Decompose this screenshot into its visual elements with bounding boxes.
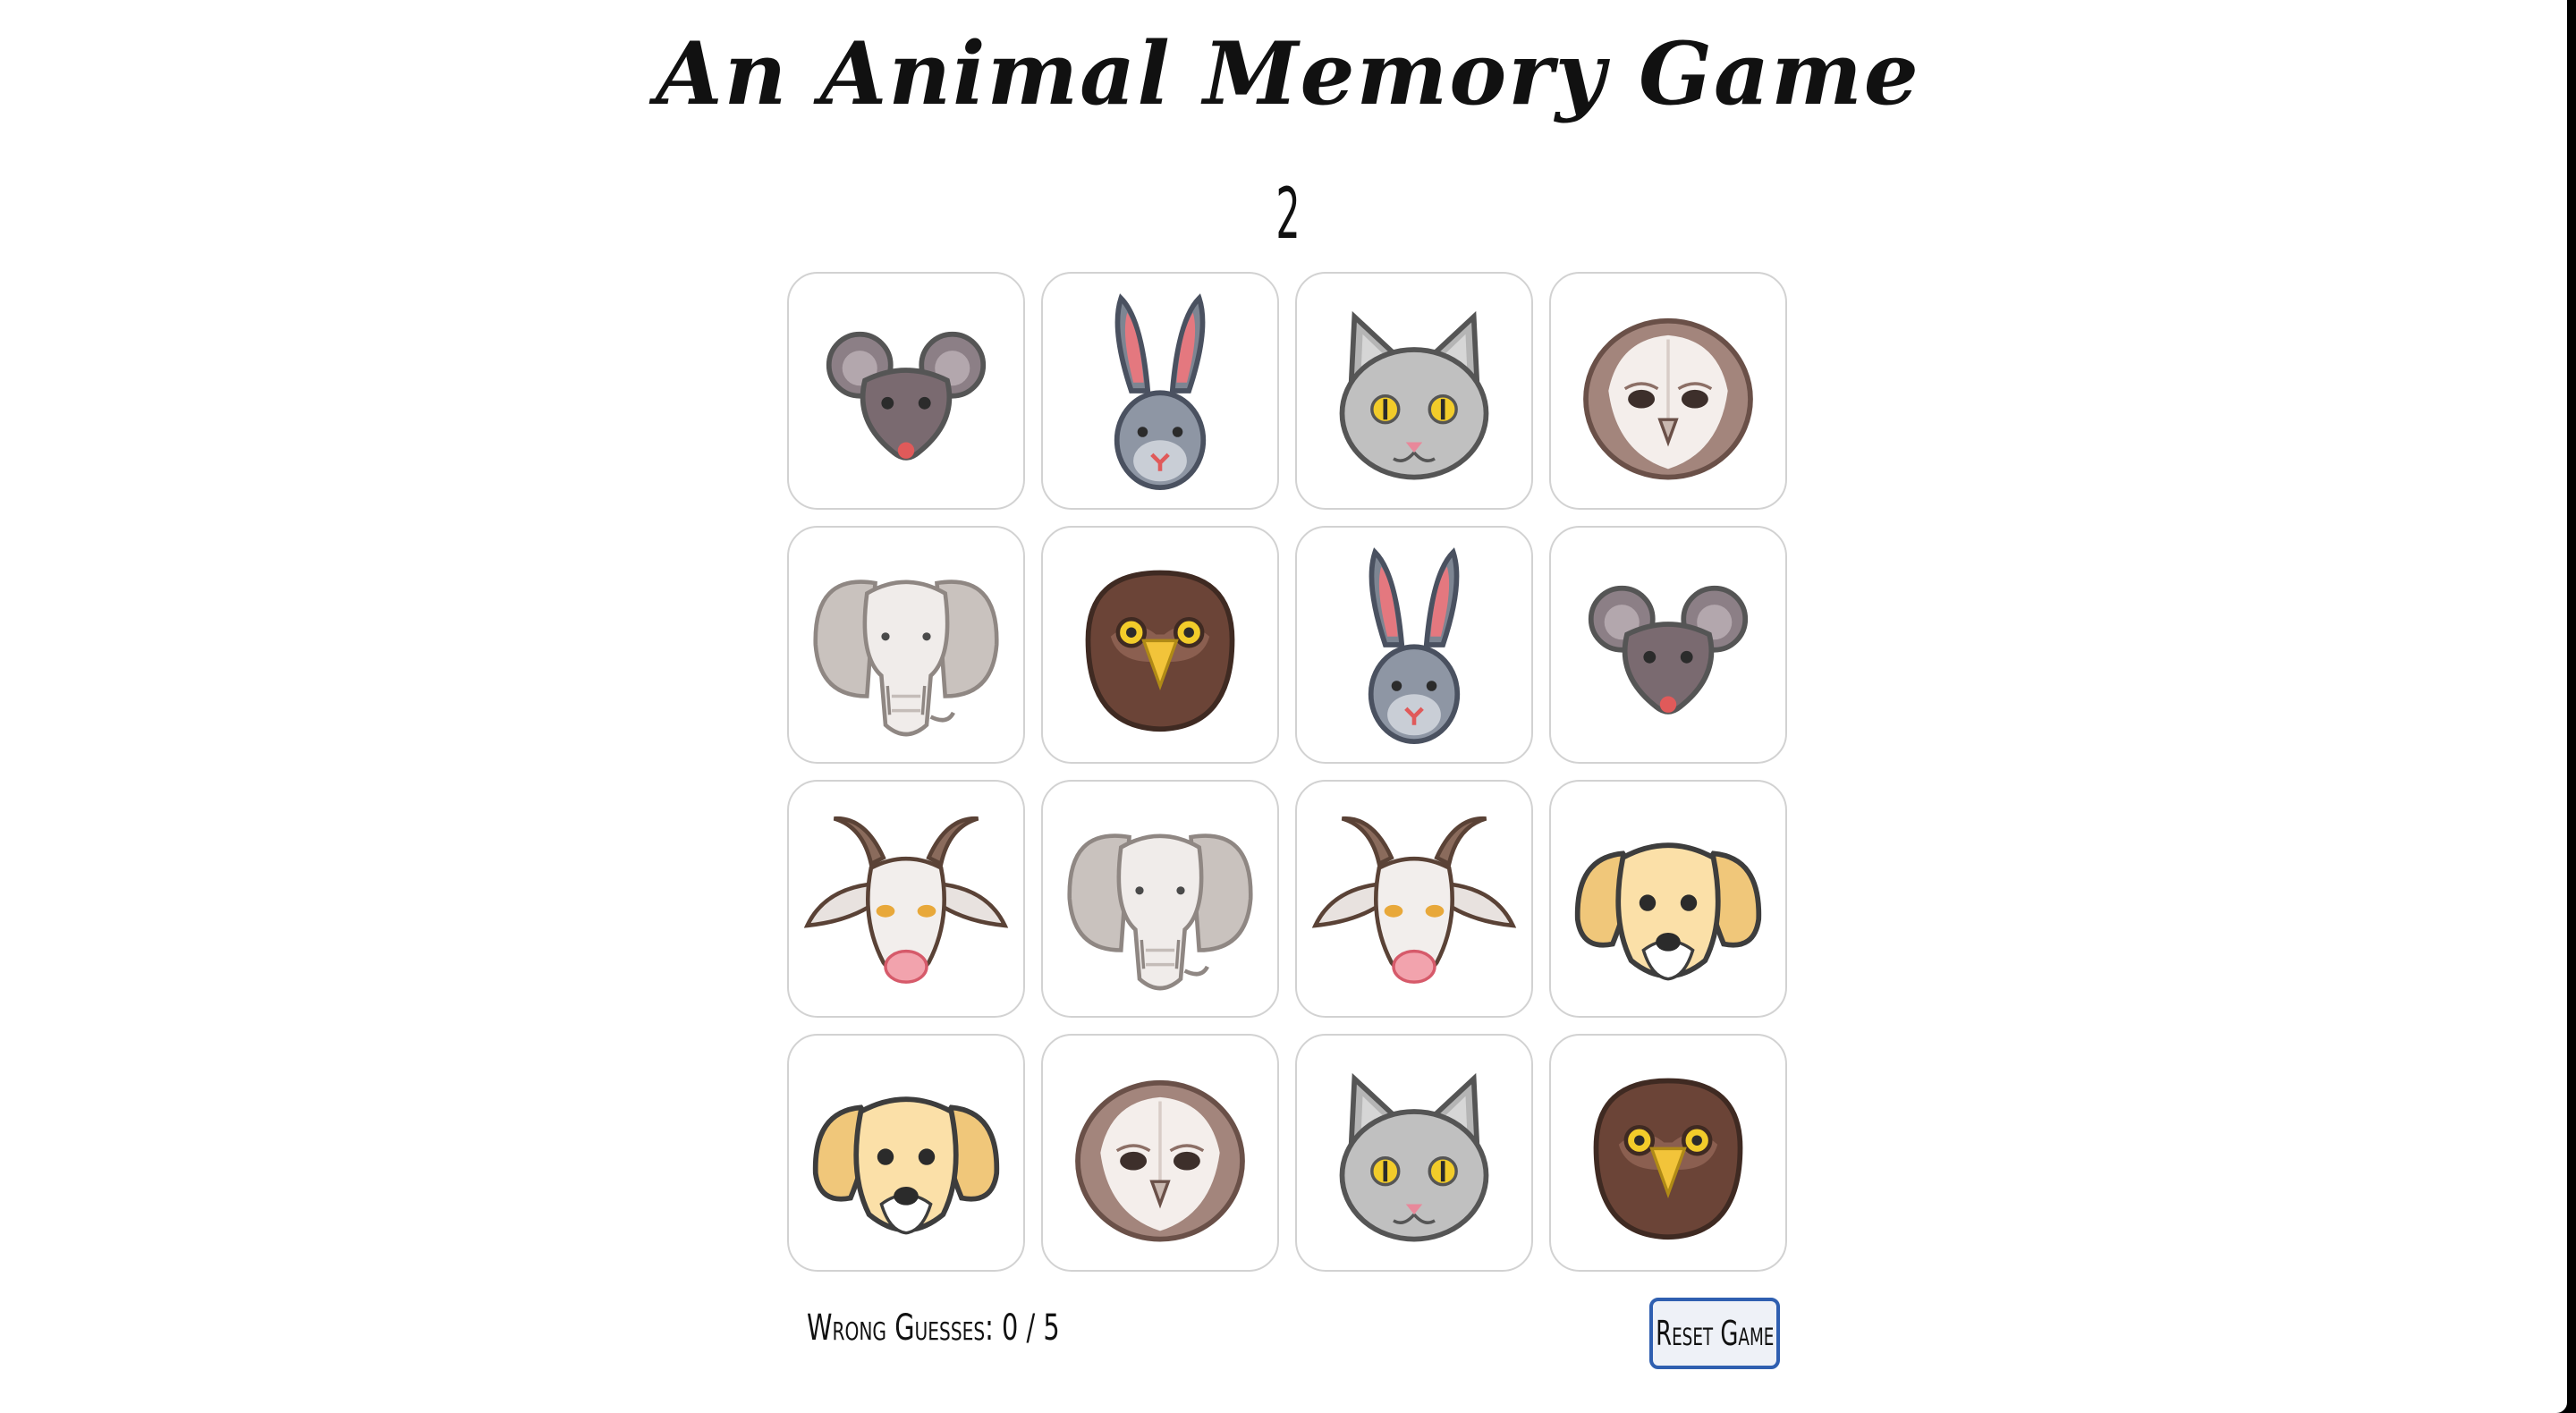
rabbit-icon [1368,547,1461,744]
card[interactable] [1549,272,1787,510]
card[interactable] [787,1034,1025,1272]
card[interactable] [1295,272,1533,510]
elephant-icon [813,580,999,737]
card[interactable] [787,526,1025,764]
card[interactable] [1295,526,1533,764]
game-page: An Animal Memory Game 2 Wrong Guesses: 0… [0,0,2567,1413]
cat-icon [1339,310,1489,480]
card[interactable] [1041,272,1279,510]
card[interactable] [1041,780,1279,1018]
card[interactable] [1041,526,1279,764]
card[interactable] [1549,526,1787,764]
dog-icon [1574,842,1762,981]
card[interactable] [1295,1034,1533,1272]
rabbit-icon [1114,293,1207,490]
card[interactable] [1549,1034,1787,1272]
hawk-icon [1085,570,1235,732]
timer-display: 2 [1275,174,1301,255]
card[interactable] [787,780,1025,1018]
card-grid [787,272,1789,1272]
elephant-icon [1067,833,1253,991]
hawk-icon [1593,1078,1743,1240]
mouse-icon [1588,585,1749,715]
page-title: An Animal Memory Game [656,23,1920,124]
goat-icon [803,816,1009,984]
barn-owl-icon [1075,1079,1245,1242]
reset-game-label: Reset Game [1655,1314,1775,1353]
dog-icon [812,1096,1000,1235]
card[interactable] [1549,780,1787,1018]
cat-icon [1339,1072,1489,1242]
mouse-icon [826,331,987,461]
barn-owl-icon [1583,317,1753,480]
wrong-guesses-counter: Wrong Guesses: 0 / 5 [807,1307,1060,1349]
card[interactable] [1295,780,1533,1018]
reset-game-button[interactable]: Reset Game [1649,1298,1780,1369]
card[interactable] [787,272,1025,510]
goat-icon [1311,816,1517,984]
card[interactable] [1041,1034,1279,1272]
